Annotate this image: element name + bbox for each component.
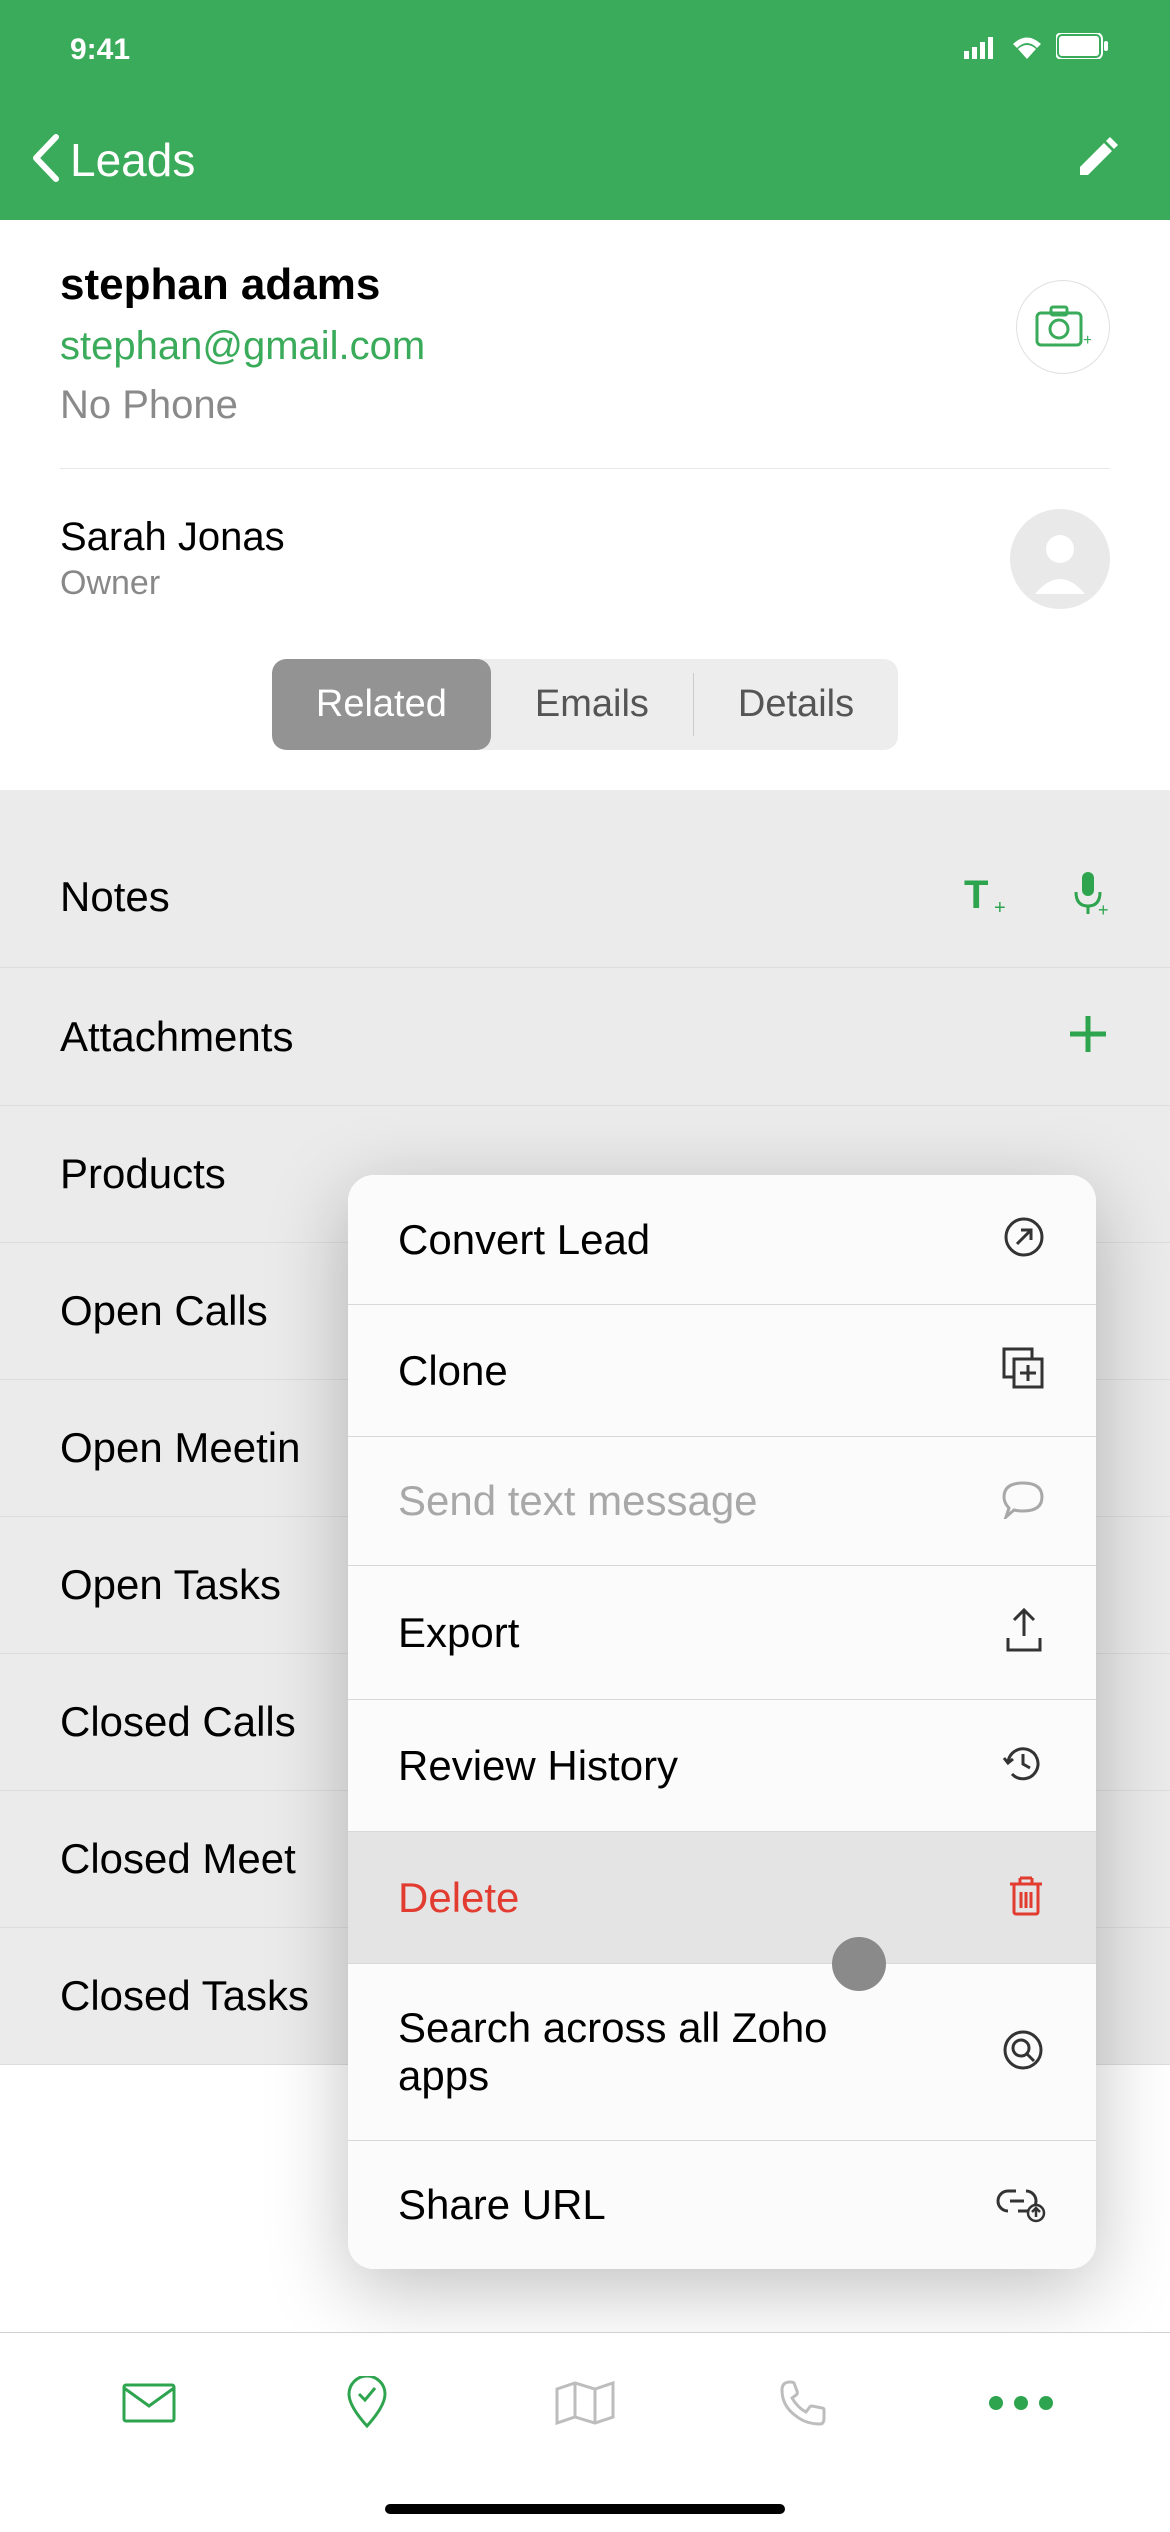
bottom-toolbar (0, 2332, 1170, 2532)
menu-send-sms: Send text message (348, 1437, 1096, 1566)
add-voice-note-button[interactable]: + (1070, 870, 1110, 923)
menu-label: Send text message (398, 1477, 758, 1525)
toolbar-more-button[interactable] (981, 2395, 1061, 2411)
lead-card: stephan adams stephan@gmail.com No Phone… (0, 220, 1170, 639)
toolbar-call-button[interactable] (763, 2378, 843, 2428)
view-tabs: Related Emails Details (272, 659, 898, 750)
more-icon (986, 2395, 1056, 2411)
menu-search-all[interactable]: Search across all Zoho apps (348, 1964, 1096, 2141)
toolbar-map-button[interactable] (545, 2379, 625, 2427)
arrow-out-icon (1002, 1215, 1046, 1264)
related-label: Closed Tasks (60, 1972, 309, 2020)
lead-email[interactable]: stephan@gmail.com (60, 324, 425, 369)
touch-indicator (832, 1937, 886, 1991)
menu-export[interactable]: Export (348, 1566, 1096, 1700)
related-label: Open Meetin (60, 1424, 300, 1472)
status-time: 9:41 (70, 33, 130, 67)
home-indicator (385, 2504, 785, 2514)
wifi-icon (1010, 33, 1044, 67)
app-header: 9:41 Leads (0, 0, 1170, 220)
camera-icon: + (1035, 305, 1091, 349)
plus-icon (1066, 1012, 1110, 1056)
back-button[interactable]: Leads (30, 133, 195, 188)
menu-delete[interactable]: Delete (348, 1832, 1096, 1964)
duplicate-icon (1000, 1345, 1046, 1396)
owner-name: Sarah Jonas (60, 515, 285, 560)
toolbar-email-button[interactable] (109, 2382, 189, 2424)
tab-related[interactable]: Related (272, 659, 491, 750)
status-indicators (964, 33, 1110, 67)
location-check-icon (345, 2376, 389, 2430)
segmented-wrap: Related Emails Details (0, 639, 1170, 790)
menu-label: Share URL (398, 2181, 606, 2229)
map-icon (553, 2379, 617, 2427)
cellular-icon (964, 33, 998, 67)
link-share-icon (996, 2183, 1046, 2228)
menu-clone[interactable]: Clone (348, 1305, 1096, 1437)
related-label: Closed Meet (60, 1835, 296, 1883)
related-notes[interactable]: Notes T+ + (0, 790, 1170, 968)
add-text-note-button[interactable]: T+ (962, 870, 1010, 923)
svg-text:T: T (964, 873, 988, 917)
toolbar-checkin-button[interactable] (327, 2376, 407, 2430)
related-label: Open Calls (60, 1287, 268, 1335)
menu-label: Search across all Zoho apps (398, 2004, 898, 2100)
add-photo-button[interactable]: + (1016, 280, 1110, 374)
tab-emails[interactable]: Emails (491, 659, 693, 750)
back-title: Leads (70, 133, 195, 187)
battery-icon (1056, 33, 1110, 67)
mic-add-icon: + (1070, 870, 1110, 918)
status-bar: 9:41 (0, 0, 1170, 100)
phone-icon (778, 2378, 828, 2428)
nav-bar: Leads (0, 100, 1170, 220)
tab-details[interactable]: Details (694, 659, 898, 750)
menu-label: Export (398, 1609, 519, 1657)
export-icon (1002, 1606, 1046, 1659)
svg-text:+: + (994, 897, 1006, 918)
menu-share-url[interactable]: Share URL (348, 2141, 1096, 2269)
history-icon (1000, 1740, 1046, 1791)
owner-row[interactable]: Sarah Jonas Owner (60, 468, 1110, 609)
menu-label: Clone (398, 1347, 508, 1395)
menu-label: Convert Lead (398, 1216, 650, 1264)
add-attachment-button[interactable] (1066, 1012, 1110, 1061)
svg-text:+: + (1083, 332, 1091, 349)
menu-label: Review History (398, 1742, 678, 1790)
menu-label: Delete (398, 1874, 519, 1922)
menu-review-history[interactable]: Review History (348, 1700, 1096, 1832)
search-all-icon (1000, 2027, 1046, 2078)
related-label: Closed Calls (60, 1698, 296, 1746)
related-label: Attachments (60, 1013, 293, 1061)
lead-name: stephan adams (60, 260, 425, 310)
related-label: Notes (60, 873, 170, 921)
pencil-icon (1074, 135, 1120, 181)
related-label: Open Tasks (60, 1561, 281, 1609)
mail-icon (121, 2382, 177, 2424)
chevron-left-icon (30, 133, 60, 188)
svg-text:+: + (1098, 900, 1109, 918)
action-menu: Convert Lead Clone Send text message Exp… (348, 1175, 1096, 2269)
related-attachments[interactable]: Attachments (0, 968, 1170, 1106)
menu-convert-lead[interactable]: Convert Lead (348, 1175, 1096, 1305)
text-add-icon: T+ (962, 870, 1010, 918)
related-label: Products (60, 1150, 226, 1198)
chat-bubble-icon (1000, 1479, 1046, 1524)
person-icon (1025, 524, 1095, 594)
owner-role: Owner (60, 564, 285, 603)
edit-button[interactable] (1074, 135, 1120, 186)
owner-avatar (1010, 509, 1110, 609)
lead-summary: stephan adams stephan@gmail.com No Phone… (60, 260, 1110, 428)
lead-phone: No Phone (60, 383, 425, 428)
trash-icon (1006, 1872, 1046, 1923)
